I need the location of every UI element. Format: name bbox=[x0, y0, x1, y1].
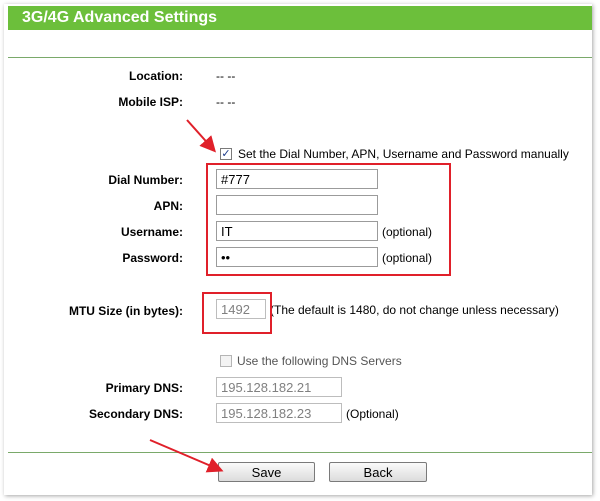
arrow-to-save-button bbox=[149, 439, 224, 473]
arrow-to-manual-checkbox bbox=[186, 119, 216, 153]
annotation-arrows bbox=[149, 119, 224, 473]
